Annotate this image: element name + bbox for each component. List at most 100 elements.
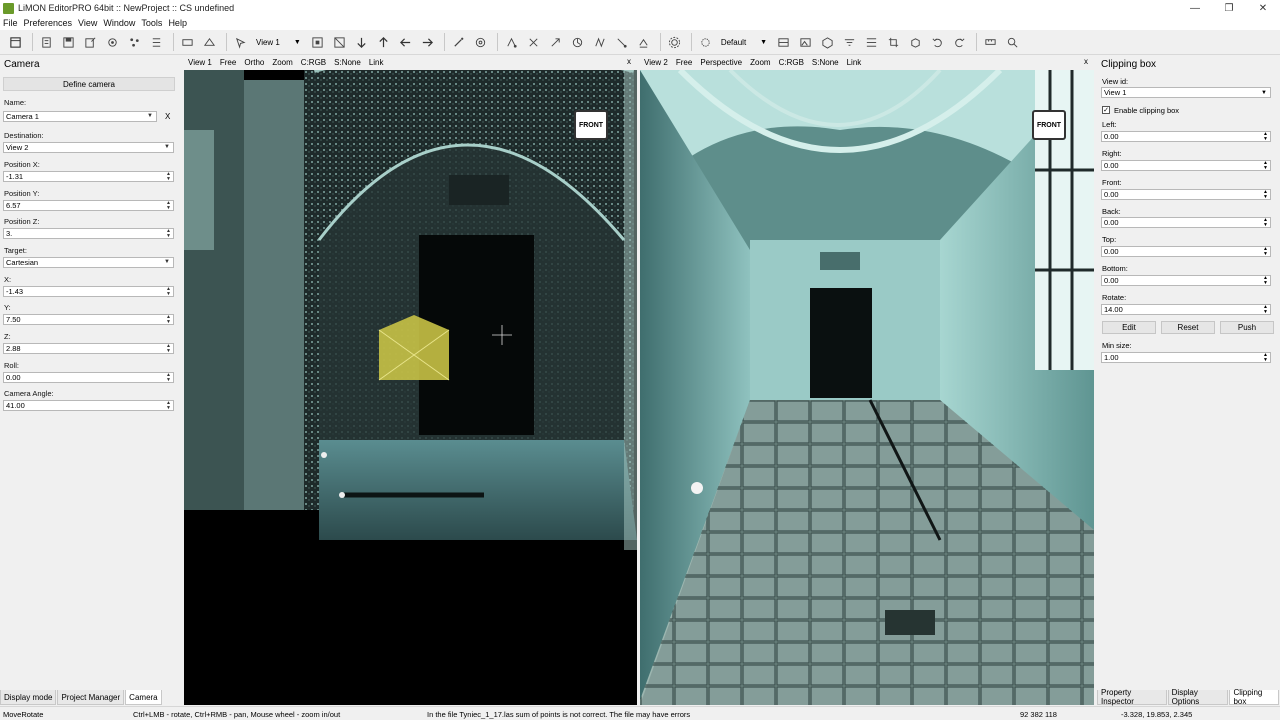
spinner-icon[interactable]: ▲ ▼ <box>166 344 171 354</box>
grid-icon[interactable] <box>774 33 793 52</box>
point-cloud-view-2[interactable]: FRONT <box>640 70 1094 705</box>
min-size-field[interactable]: 1.00 ▲ ▼ <box>1101 352 1271 363</box>
position-x-field[interactable]: -1.31 ▲ ▼ <box>3 171 174 182</box>
menu-tools[interactable]: Tools <box>141 18 162 28</box>
view1-tab-color[interactable]: C:RGB <box>301 58 326 67</box>
new-project-icon[interactable] <box>6 33 25 52</box>
spinner-icon[interactable]: ▲ ▼ <box>166 287 171 297</box>
position-z-field[interactable]: 3. ▲ ▼ <box>3 228 174 239</box>
wand-icon[interactable] <box>449 33 468 52</box>
menu-window[interactable]: Window <box>103 18 135 28</box>
view2-tab-link[interactable]: Link <box>847 58 862 67</box>
arrow-up-icon[interactable] <box>374 33 393 52</box>
spinner-icon[interactable]: ▲ ▼ <box>166 229 171 239</box>
point-cloud-view-1[interactable]: FRONT <box>184 70 637 705</box>
reset-button[interactable]: Reset <box>1161 321 1215 334</box>
tool-e-icon[interactable] <box>590 33 609 52</box>
arrow-right-icon[interactable] <box>418 33 437 52</box>
view2-tab-shading[interactable]: S:None <box>812 58 839 67</box>
left-field[interactable]: 0.00 ▲ ▼ <box>1101 131 1271 142</box>
target-y-field[interactable]: 7.50 ▲ ▼ <box>3 314 174 325</box>
rotate-field[interactable]: 14.00 ▲ ▼ <box>1101 304 1271 315</box>
spinner-icon[interactable]: ▲ ▼ <box>1263 132 1268 142</box>
spinner-icon[interactable]: ▲ ▼ <box>1263 305 1268 315</box>
spinner-icon[interactable]: ▲ ▼ <box>1263 353 1268 363</box>
display-combo[interactable]: Default ▼ <box>718 34 770 50</box>
view1-tab-zoom[interactable]: Zoom <box>272 58 292 67</box>
tool-b-icon[interactable] <box>524 33 543 52</box>
view1-close-icon[interactable]: x <box>627 57 631 66</box>
menu-file[interactable]: File <box>3 18 18 28</box>
spinner-icon[interactable]: ▲ ▼ <box>1263 190 1268 200</box>
close-button[interactable]: ✕ <box>1246 0 1280 16</box>
bottom-field[interactable]: 0.00 ▲ ▼ <box>1101 275 1271 286</box>
view1-tab-link[interactable]: Link <box>369 58 384 67</box>
view-box-icon[interactable] <box>330 33 349 52</box>
camera-name-select[interactable]: Camera 1 ▼ <box>3 111 157 122</box>
arrow-down-icon[interactable] <box>352 33 371 52</box>
select-icon[interactable] <box>231 33 250 52</box>
tool-a-icon[interactable] <box>502 33 521 52</box>
import-icon[interactable] <box>103 33 122 52</box>
view1-tab-view[interactable]: View 1 <box>188 58 212 67</box>
edit-button[interactable]: Edit <box>1102 321 1156 334</box>
view-fit-icon[interactable] <box>308 33 327 52</box>
viewport-2[interactable]: View 2 Free Perspective Zoom C:RGB S:Non… <box>640 55 1094 705</box>
view2-tab-color[interactable]: C:RGB <box>779 58 804 67</box>
view1-orientation-cube[interactable]: FRONT <box>574 110 608 140</box>
view-combo[interactable]: View 1 ▼ <box>253 34 304 50</box>
view2-close-icon[interactable]: x <box>1084 57 1088 66</box>
arrow-left-icon[interactable] <box>396 33 415 52</box>
tab-display-mode[interactable]: Display mode <box>0 690 57 705</box>
target-z-field[interactable]: 2.88 ▲ ▼ <box>3 343 174 354</box>
define-camera-button[interactable]: Define camera <box>3 77 175 91</box>
minimize-button[interactable]: — <box>1178 0 1212 16</box>
frame-icon[interactable] <box>178 33 197 52</box>
tool-g-icon[interactable] <box>634 33 653 52</box>
cube-icon[interactable] <box>818 33 837 52</box>
measure-icon[interactable] <box>200 33 219 52</box>
redo-icon[interactable] <box>950 33 969 52</box>
remove-camera-button[interactable]: X <box>165 112 170 121</box>
top-field[interactable]: 0.00 ▲ ▼ <box>1101 246 1271 257</box>
tab-project-manager[interactable]: Project Manager <box>57 690 125 705</box>
push-button[interactable]: Push <box>1220 321 1274 334</box>
view2-tab-free[interactable]: Free <box>676 58 692 67</box>
maximize-button[interactable]: ❐ <box>1212 0 1246 16</box>
spinner-icon[interactable]: ▲ ▼ <box>166 201 171 211</box>
spinner-icon[interactable]: ▲ ▼ <box>166 401 171 411</box>
spinner-icon[interactable]: ▲ ▼ <box>166 172 171 182</box>
menu-view[interactable]: View <box>78 18 97 28</box>
spinner-icon[interactable]: ▲ ▼ <box>1263 247 1268 257</box>
zoom-icon[interactable] <box>1003 33 1022 52</box>
viewport-1[interactable]: View 1 Free Ortho Zoom C:RGB S:None Link… <box>184 55 637 705</box>
target-icon[interactable] <box>471 33 490 52</box>
view2-tab-perspective[interactable]: Perspective <box>700 58 742 67</box>
menu-preferences[interactable]: Preferences <box>24 18 73 28</box>
crop-icon[interactable] <box>884 33 903 52</box>
render-mode-icon[interactable] <box>696 33 715 52</box>
back-field[interactable]: 0.00 ▲ ▼ <box>1101 217 1271 228</box>
view2-orientation-cube[interactable]: FRONT <box>1032 110 1066 140</box>
filter-icon[interactable] <box>840 33 859 52</box>
roll-field[interactable]: 0.00 ▲ ▼ <box>3 372 174 383</box>
spinner-icon[interactable]: ▲ ▼ <box>1263 276 1268 286</box>
align-icon[interactable] <box>862 33 881 52</box>
position-y-field[interactable]: 6.57 ▲ ▼ <box>3 200 174 211</box>
image-icon[interactable] <box>796 33 815 52</box>
tab-display-options[interactable]: Display Options <box>1167 688 1229 706</box>
tool-c-icon[interactable] <box>546 33 565 52</box>
spinner-icon[interactable]: ▲ ▼ <box>166 373 171 383</box>
view-id-select[interactable]: View 1 ▼ <box>1101 87 1271 98</box>
undo-icon[interactable] <box>928 33 947 52</box>
view1-tab-ortho[interactable]: Ortho <box>244 58 264 67</box>
export-icon[interactable] <box>81 33 100 52</box>
layers-icon[interactable] <box>37 33 56 52</box>
target-select[interactable]: Cartesian ▼ <box>3 257 174 268</box>
menu-help[interactable]: Help <box>168 18 187 28</box>
spinner-icon[interactable]: ▲ ▼ <box>166 315 171 325</box>
target-x-field[interactable]: -1.43 ▲ ▼ <box>3 286 174 297</box>
view1-tab-shading[interactable]: S:None <box>334 58 361 67</box>
camera-angle-field[interactable]: 41.00 ▲ ▼ <box>3 400 174 411</box>
tool-d-icon[interactable] <box>568 33 587 52</box>
